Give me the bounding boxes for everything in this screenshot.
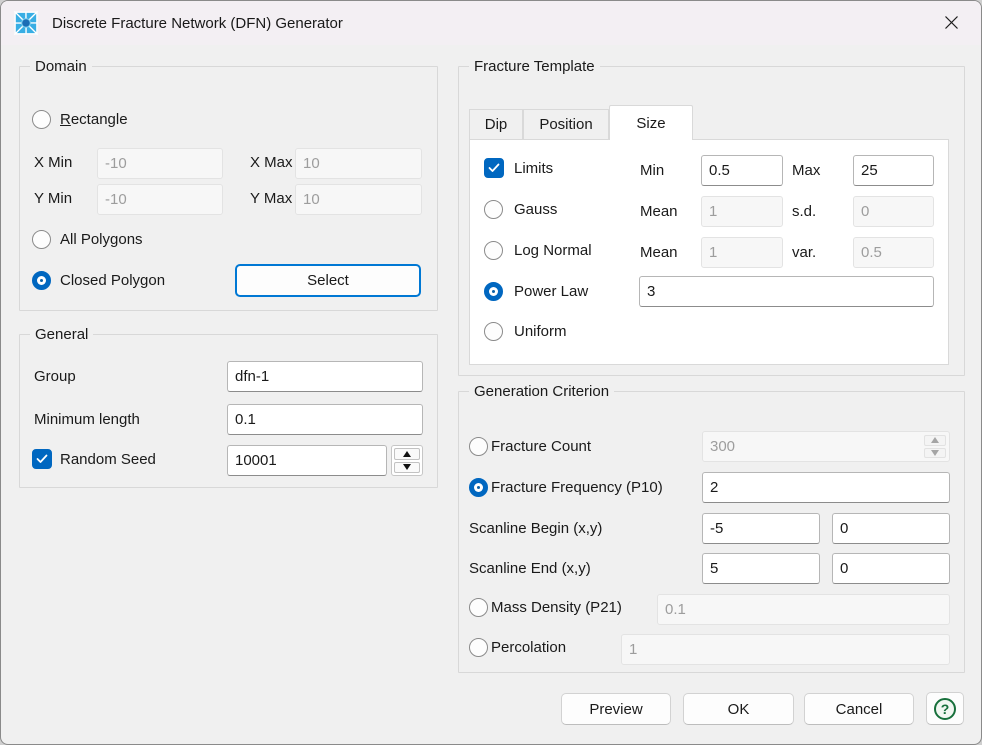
max-label: Max — [792, 160, 820, 182]
checkmark-icon — [36, 454, 48, 464]
power-law-radio[interactable] — [484, 282, 503, 301]
random-seed-input[interactable] — [227, 445, 387, 476]
spin-up-button[interactable] — [394, 448, 420, 460]
power-law-label: Power Law — [514, 281, 588, 303]
help-button[interactable]: ? — [926, 692, 964, 725]
percolation-label: Percolation — [491, 637, 566, 659]
sd-input — [853, 196, 934, 227]
triangle-up-icon — [403, 451, 411, 457]
cancel-button[interactable]: Cancel — [804, 693, 914, 725]
x-min-input — [97, 148, 223, 179]
generation-criterion-group: Generation Criterion Fracture Count Frac… — [458, 391, 965, 673]
closed-polygon-label: Closed Polygon — [60, 270, 165, 292]
group-input[interactable] — [227, 361, 423, 392]
tab-dip[interactable]: Dip — [469, 109, 523, 140]
mass-density-label: Mass Density (P21) — [491, 597, 622, 619]
triangle-down-icon — [403, 464, 411, 470]
dfn-generator-dialog: Discrete Fracture Network (DFN) Generato… — [0, 0, 982, 745]
fracture-frequency-label: Fracture Frequency (P10) — [491, 477, 663, 499]
fracture-count-label: Fracture Count — [491, 436, 591, 458]
var-label: var. — [792, 242, 816, 264]
general-group-title: General — [30, 324, 93, 345]
scanline-end-x-input[interactable] — [702, 553, 820, 584]
random-seed-spinner — [391, 445, 423, 476]
preview-button[interactable]: Preview — [561, 693, 671, 725]
scanline-begin-x-input[interactable] — [702, 513, 820, 544]
log-normal-mean-input — [701, 237, 783, 268]
app-icon — [13, 10, 39, 36]
triangle-down-icon — [931, 450, 939, 456]
uniform-radio[interactable] — [484, 322, 503, 341]
spin-down-button — [924, 448, 946, 459]
scanline-begin-y-input[interactable] — [832, 513, 950, 544]
percolation-radio[interactable] — [469, 638, 488, 657]
closed-polygon-radio[interactable] — [32, 271, 51, 290]
min-label: Min — [640, 160, 664, 182]
scanline-end-label: Scanline End (x,y) — [469, 558, 591, 580]
x-max-input — [295, 148, 422, 179]
select-button[interactable]: Select — [235, 264, 421, 297]
domain-group-title: Domain — [30, 56, 92, 77]
fracture-count-spinner — [923, 434, 947, 459]
spin-up-button — [924, 435, 946, 446]
fracture-count-field — [702, 431, 950, 462]
scanline-end-y-input[interactable] — [832, 553, 950, 584]
x-max-label: X Max — [250, 152, 293, 174]
tab-position[interactable]: Position — [523, 109, 609, 140]
triangle-up-icon — [931, 437, 939, 443]
min-input[interactable] — [701, 155, 783, 186]
help-icon: ? — [934, 698, 956, 720]
rectangle-radio[interactable] — [32, 110, 51, 129]
generation-criterion-group-title: Generation Criterion — [469, 381, 614, 402]
gauss-label: Gauss — [514, 199, 557, 221]
fracture-count-radio[interactable] — [469, 437, 488, 456]
close-button[interactable] — [927, 1, 975, 44]
y-max-input — [295, 184, 422, 215]
percolation-input — [621, 634, 950, 665]
log-normal-label: Log Normal — [514, 240, 592, 262]
size-tab-pane: Limits Min Max Gauss Mean s.d. Log Norma… — [469, 139, 949, 365]
max-input[interactable] — [853, 155, 934, 186]
window-title: Discrete Fracture Network (DFN) Generato… — [52, 15, 343, 32]
y-min-input — [97, 184, 223, 215]
checkmark-icon — [488, 163, 500, 173]
scanline-begin-label: Scanline Begin (x,y) — [469, 518, 602, 540]
general-group: General Group Minimum length Random Seed — [19, 334, 438, 488]
group-label: Group — [34, 366, 76, 388]
minimum-length-input[interactable] — [227, 404, 423, 435]
random-seed-label: Random Seed — [60, 449, 156, 471]
log-normal-radio[interactable] — [484, 241, 503, 260]
fracture-frequency-input[interactable] — [702, 472, 950, 503]
log-normal-mean-label: Mean — [640, 242, 678, 264]
close-icon — [944, 15, 959, 30]
var-input — [853, 237, 934, 268]
rectangle-label: Rectangle — [60, 109, 128, 131]
x-min-label: X Min — [34, 152, 72, 174]
gauss-radio[interactable] — [484, 200, 503, 219]
all-polygons-label: All Polygons — [60, 229, 143, 251]
sd-label: s.d. — [792, 201, 816, 223]
spin-down-button[interactable] — [394, 462, 420, 474]
random-seed-checkbox[interactable] — [32, 449, 52, 469]
limits-checkbox[interactable] — [484, 158, 504, 178]
gauss-mean-label: Mean — [640, 201, 678, 223]
uniform-label: Uniform — [514, 321, 567, 343]
titlebar: Discrete Fracture Network (DFN) Generato… — [1, 1, 981, 45]
y-min-label: Y Min — [34, 188, 72, 210]
power-law-input[interactable] — [639, 276, 934, 307]
fracture-template-group-title: Fracture Template — [469, 56, 600, 77]
tab-size[interactable]: Size — [609, 105, 693, 140]
ok-button[interactable]: OK — [683, 693, 794, 725]
fracture-template-group: Fracture Template Dip Position Size Limi… — [458, 66, 965, 376]
gauss-mean-input — [701, 196, 783, 227]
limits-label: Limits — [514, 158, 553, 180]
mass-density-input — [657, 594, 950, 625]
fracture-frequency-radio[interactable] — [469, 478, 488, 497]
fracture-count-input — [702, 431, 950, 462]
domain-group: Domain Rectangle X Min X Max Y Min Y Max… — [19, 66, 438, 311]
y-max-label: Y Max — [250, 188, 292, 210]
all-polygons-radio[interactable] — [32, 230, 51, 249]
minimum-length-label: Minimum length — [34, 409, 140, 431]
mass-density-radio[interactable] — [469, 598, 488, 617]
